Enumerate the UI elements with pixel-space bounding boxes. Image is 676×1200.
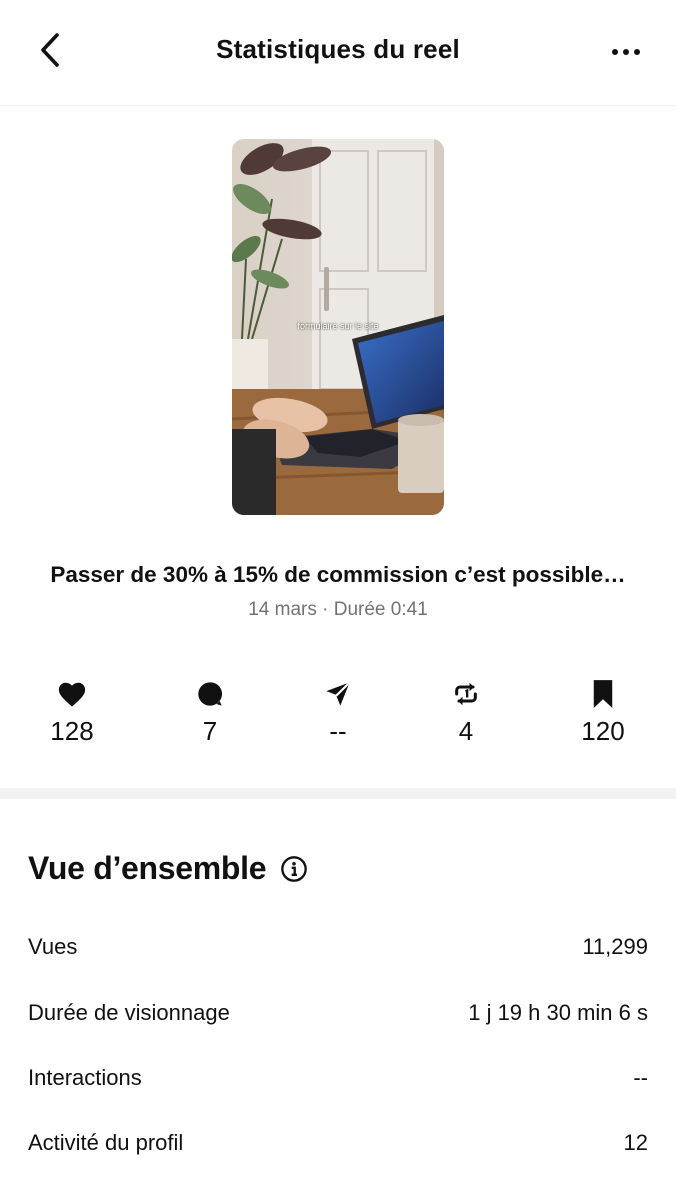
heart-icon — [12, 676, 132, 712]
reel-thumbnail[interactable]: formulaire sur le site — [232, 139, 444, 515]
overview-section-title: Vue d’ensemble — [28, 850, 308, 887]
section-divider — [0, 788, 676, 799]
stat-row-profile-activity: Activité du profil 12 — [28, 1123, 648, 1163]
stat-label: Interactions — [28, 1065, 142, 1090]
stat-value: 1 j 19 h 30 min 6 s — [468, 1000, 648, 1025]
metric-reposts: 4 — [406, 676, 526, 747]
share-icon — [278, 676, 398, 712]
metric-comments: 7 — [150, 676, 270, 747]
stat-label: Activité du profil — [28, 1130, 184, 1155]
metric-likes: 128 — [12, 676, 132, 747]
top-bar: Statistiques du reel — [0, 0, 676, 106]
stat-label: Vues — [28, 934, 78, 959]
reposts-count: 4 — [458, 716, 474, 746]
overview-title-text: Vue d’ensemble — [28, 850, 267, 886]
reel-overlay-text: formulaire sur le site — [297, 321, 379, 331]
bookmark-icon — [543, 676, 663, 712]
reel-date-duration: 14 mars · Durée 0:41 — [248, 599, 428, 620]
shares-count: -- — [329, 716, 347, 746]
comment-icon — [150, 676, 270, 712]
stat-value: 12 — [623, 1130, 648, 1155]
saves-count: 120 — [581, 716, 625, 746]
more-horizontal-icon — [611, 43, 641, 61]
stat-value: -- — [633, 1065, 648, 1090]
metric-saves: 120 — [543, 676, 663, 747]
repost-icon — [406, 676, 526, 712]
stat-value: 11,299 — [582, 934, 648, 959]
likes-count: 128 — [50, 716, 94, 746]
stat-row-views: Vues 11,299 — [28, 927, 648, 967]
metric-shares: -- — [278, 676, 398, 747]
reel-title: Passer de 30% à 15% de commission c’est … — [50, 562, 626, 587]
stat-row-watch-time: Durée de visionnage 1 j 19 h 30 min 6 s — [28, 993, 648, 1033]
stat-row-interactions: Interactions -- — [28, 1058, 648, 1098]
info-icon[interactable] — [280, 855, 308, 883]
stat-label: Durée de visionnage — [28, 1000, 230, 1025]
more-options-button[interactable] — [606, 38, 646, 66]
comments-count: 7 — [202, 716, 218, 746]
page-title: Statistiques du reel — [216, 34, 460, 64]
